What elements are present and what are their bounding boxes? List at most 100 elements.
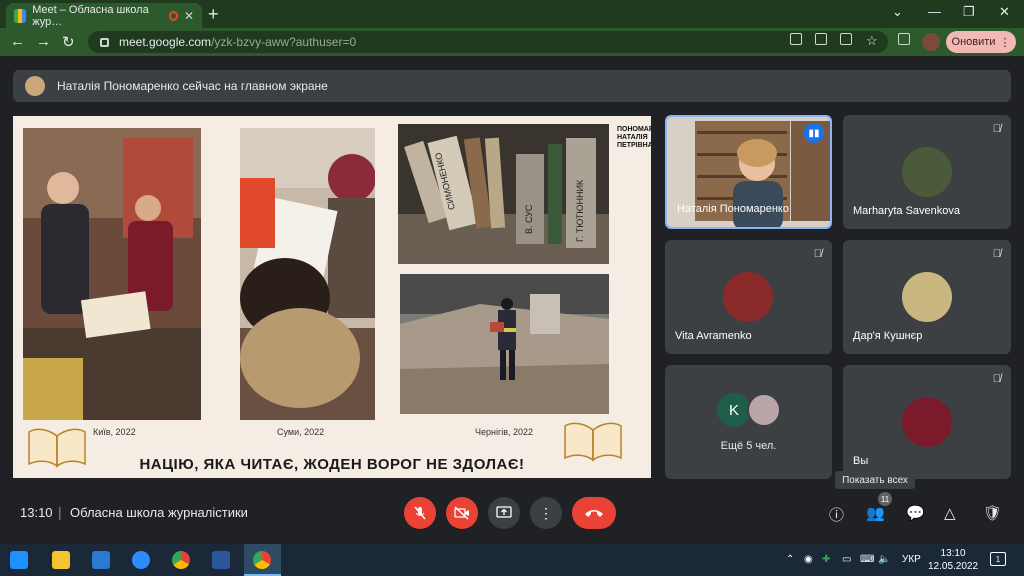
address-bar[interactable]: meet.google.com /yzk-bzvy-aww?authuser=0 xyxy=(88,31,888,53)
store-icon[interactable] xyxy=(92,551,110,569)
meeting-title: Обласна школа журналістики xyxy=(70,505,248,520)
camera-off-icon xyxy=(454,506,469,520)
more-participants-label: Ещё 5 чел. xyxy=(720,440,777,452)
activities-icon[interactable]: △ xyxy=(944,504,956,522)
new-tab-button[interactable]: + xyxy=(208,4,219,25)
more-vert-icon: ⋮ xyxy=(539,504,553,521)
chrome-icon[interactable] xyxy=(172,551,190,569)
browser-tab-strip: Meet – Обласна школа жур… ✕ + ⌄ — ❐ ✕ xyxy=(0,0,1024,28)
recording-icon xyxy=(168,10,178,21)
chrome-icon xyxy=(253,551,271,569)
presented-slide: ПОНОМАРЕНКО НАТАЛІЯ ПЕТРІВНА Київ, 2022 … xyxy=(13,116,651,478)
windows-taskbar: ⌃ ◉ ✚ ▭ ⌨ 🔈 УКР 13:10 12.05.2022 1 xyxy=(0,544,1024,576)
network-icon[interactable]: ⌨ xyxy=(860,554,874,565)
leave-call-button[interactable] xyxy=(572,497,616,529)
windows-start-icon[interactable] xyxy=(10,551,28,569)
mic-toggle-button[interactable] xyxy=(404,497,436,529)
forward-icon[interactable]: → xyxy=(36,33,51,50)
translate-icon[interactable] xyxy=(815,33,827,45)
sumy-photo xyxy=(240,128,375,420)
divider: | xyxy=(58,504,62,520)
banner-text: Наталія Пономаренко сейчас на главном эк… xyxy=(57,79,328,93)
mic-off-icon: 🎙̸ xyxy=(992,123,1001,135)
mic-off-icon: 🎙̸ xyxy=(992,373,1001,385)
caption-chernihiv: Чернігів, 2022 xyxy=(475,427,534,437)
url-path: /yzk-bzvy-aww?authuser=0 xyxy=(211,35,357,49)
kyiv-photo xyxy=(23,128,201,420)
host-controls-icon[interactable]: 🛡 xyxy=(983,504,1002,522)
profile-avatar[interactable] xyxy=(922,33,940,51)
update-browser-button[interactable]: Оновити ⋮ xyxy=(946,31,1016,53)
bookmark-star-icon[interactable]: ☆ xyxy=(866,33,878,49)
participant-tile-more[interactable]: K Ещё 5 чел. xyxy=(665,365,832,479)
show-everyone-tooltip: Показать всех xyxy=(835,471,915,489)
more-options-button[interactable]: ⋮ xyxy=(530,497,562,529)
side-panel-icon[interactable] xyxy=(898,33,910,45)
avatar xyxy=(747,393,781,427)
slide-brand: ПОНОМАРЕНКО НАТАЛІЯ ПЕТРІВНА xyxy=(617,126,651,150)
chrome-active-taskbar-item[interactable] xyxy=(244,544,281,576)
participant-name: Marharyta Savenkova xyxy=(853,205,960,217)
participant-tile-presenter[interactable]: ▮▮ Наталія Пономаренко xyxy=(665,115,832,229)
notifications-icon[interactable]: 1 xyxy=(990,552,1006,566)
browser-tab-meet[interactable]: Meet – Обласна школа жур… ✕ xyxy=(6,3,202,28)
file-explorer-icon[interactable] xyxy=(52,551,70,569)
share-icon[interactable] xyxy=(840,33,852,45)
reload-icon[interactable]: ↻ xyxy=(62,33,75,51)
avatar xyxy=(902,147,952,197)
present-screen-button[interactable] xyxy=(488,497,520,529)
participant-name: Vita Avramenko xyxy=(675,330,752,342)
more-participants-avatars: K xyxy=(717,393,781,427)
update-label: Оновити xyxy=(951,36,996,48)
meeting-details-icon[interactable]: ⓘ xyxy=(829,504,844,525)
spine-tiutiunnyk: Г. ТЮТЮННИК xyxy=(575,179,585,242)
battery-icon[interactable]: ▭ xyxy=(842,554,851,565)
camera-toggle-button[interactable] xyxy=(446,497,478,529)
system-clock[interactable]: 13:10 12.05.2022 xyxy=(928,547,978,573)
language-indicator[interactable]: УКР xyxy=(902,554,921,565)
presenter-avatar xyxy=(25,76,45,96)
participant-tile-darya[interactable]: 🎙̸ Дар'я Кушнєр xyxy=(843,240,1011,354)
clock-time: 13:10 xyxy=(940,548,966,559)
camera-icon[interactable] xyxy=(790,33,802,45)
tab-title: Meet – Обласна школа жур… xyxy=(32,3,149,28)
present-icon xyxy=(496,506,512,518)
avatar xyxy=(723,272,773,322)
mic-off-icon: 🎙̸ xyxy=(992,248,1001,260)
participant-name: Наталія Пономаренко xyxy=(677,203,789,215)
avatar-initial: K xyxy=(717,393,751,427)
participant-name: Вы xyxy=(853,455,869,467)
people-count-badge: 11 xyxy=(878,492,892,506)
clock-date: 12.05.2022 xyxy=(928,561,979,572)
meet-favicon-icon xyxy=(14,8,27,23)
people-icon[interactable]: 👥 xyxy=(866,504,885,522)
mic-off-icon: 🎙̸ xyxy=(813,248,822,260)
tab-search-icon[interactable]: ⌄ xyxy=(892,4,903,20)
zoom-icon[interactable] xyxy=(132,551,150,569)
burnt-books-photo: СИМОНЕНКО В. СУС Г. ТЮТЮННИК xyxy=(398,124,609,264)
maximize-button[interactable]: ❐ xyxy=(963,4,975,20)
slide-slogan: НАЦІЮ, ЯКА ЧИТАЄ, ЖОДЕН ВОРОГ НЕ ЗДОЛАЄ! xyxy=(139,456,525,473)
word-icon[interactable] xyxy=(212,551,230,569)
minimize-button[interactable]: — xyxy=(928,4,941,19)
spine-stus: В. СУС xyxy=(524,204,534,234)
chernihiv-photo xyxy=(400,274,609,414)
tray-plus-icon[interactable]: ✚ xyxy=(822,554,830,565)
meeting-control-bar: 13:10 | Обласна школа журналістики ⋮ ⓘ 👥… xyxy=(0,492,1024,536)
caption-sumy: Суми, 2022 xyxy=(277,427,325,437)
close-window-button[interactable]: ✕ xyxy=(999,4,1010,20)
tray-expand-icon[interactable]: ⌃ xyxy=(786,554,794,565)
back-icon[interactable]: ← xyxy=(10,33,25,50)
close-tab-icon[interactable]: ✕ xyxy=(184,9,194,23)
participant-tile-self[interactable]: 🎙̸ Вы xyxy=(843,365,1011,479)
more-menu-icon: ⋮ xyxy=(999,36,1011,49)
volume-icon[interactable]: 🔈 xyxy=(878,554,890,565)
chat-icon[interactable]: 💬 xyxy=(906,504,925,522)
hang-up-icon xyxy=(585,510,603,517)
participant-tile-vita[interactable]: 🎙̸ Vita Avramenko xyxy=(665,240,832,354)
tray-app-icon[interactable]: ◉ xyxy=(804,554,813,565)
avatar xyxy=(902,397,952,447)
meeting-time: 13:10 xyxy=(20,505,53,520)
avatar xyxy=(902,272,952,322)
participant-tile-marharyta[interactable]: 🎙̸ Marharyta Savenkova xyxy=(843,115,1011,229)
